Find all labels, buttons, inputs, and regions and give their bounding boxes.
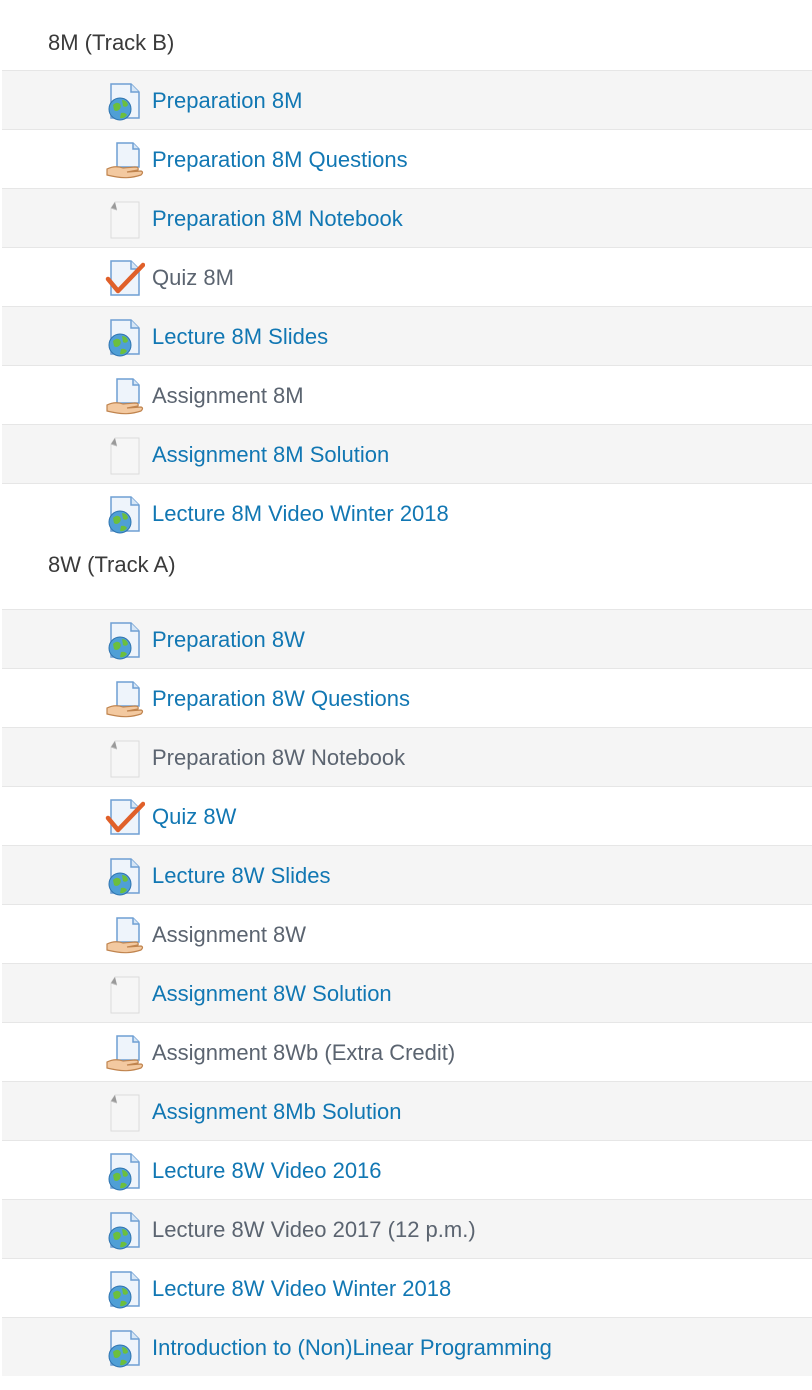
activity-list-8w: Preparation 8W Preparation 8W Questions …: [0, 609, 812, 1376]
activity-row[interactable]: Lecture 8W Video 2016: [2, 1140, 812, 1199]
url-globe-icon: [105, 1329, 145, 1369]
quiz-check-icon: [105, 259, 146, 299]
activity-row[interactable]: Preparation 8W Notebook: [2, 727, 812, 786]
url-globe-icon: [105, 318, 145, 358]
activity-link[interactable]: Lecture 8W Slides: [152, 846, 331, 905]
activity-link[interactable]: Quiz 8M: [152, 248, 234, 307]
activity-link[interactable]: Preparation 8M Questions: [152, 130, 408, 189]
activity-link[interactable]: Preparation 8W Questions: [152, 669, 410, 728]
activity-row[interactable]: Assignment 8M: [2, 365, 812, 424]
url-globe-icon: [105, 621, 145, 661]
assignment-hand-icon: [105, 141, 145, 181]
activity-link[interactable]: Assignment 8M: [152, 366, 304, 425]
activity-row[interactable]: Lecture 8M Slides: [2, 306, 812, 365]
activity-link[interactable]: Lecture 8M Video Winter 2018: [152, 484, 449, 543]
activity-list-8m: Preparation 8M Preparation 8M Questions …: [0, 70, 812, 542]
activity-link[interactable]: Lecture 8W Video 2017 (12 p.m.): [152, 1200, 476, 1259]
activity-row[interactable]: Quiz 8M: [2, 247, 812, 306]
activity-row[interactable]: Lecture 8M Video Winter 2018: [2, 483, 812, 542]
activity-link[interactable]: Introduction to (Non)Linear Programming: [152, 1318, 552, 1377]
activity-row[interactable]: Quiz 8W: [2, 786, 812, 845]
activity-link[interactable]: Lecture 8W Video 2016: [152, 1141, 382, 1200]
activity-row[interactable]: Assignment 8W: [2, 904, 812, 963]
activity-row[interactable]: Preparation 8W: [2, 609, 812, 668]
file-page-icon: [105, 200, 145, 240]
activity-row[interactable]: Assignment 8M Solution: [2, 424, 812, 483]
url-globe-icon: [105, 495, 145, 535]
activity-row[interactable]: Preparation 8M: [2, 70, 812, 129]
activity-link[interactable]: Assignment 8W: [152, 905, 306, 964]
activity-link[interactable]: Assignment 8Mb Solution: [152, 1082, 401, 1141]
activity-row[interactable]: Introduction to (Non)Linear Programming: [2, 1317, 812, 1376]
section-title: 8M (Track B): [48, 30, 175, 55]
activity-row[interactable]: Preparation 8M Notebook: [2, 188, 812, 247]
activity-link[interactable]: Preparation 8W: [152, 610, 305, 669]
section-title: 8W (Track A): [48, 552, 176, 577]
activity-link[interactable]: Assignment 8W Solution: [152, 964, 392, 1023]
activity-link[interactable]: Lecture 8W Video Winter 2018: [152, 1259, 451, 1318]
file-page-icon: [105, 436, 145, 476]
file-page-icon: [105, 1093, 145, 1133]
assignment-hand-icon: [105, 680, 145, 720]
activity-row[interactable]: Preparation 8W Questions: [2, 668, 812, 727]
activity-link[interactable]: Assignment 8Wb (Extra Credit): [152, 1023, 455, 1082]
activity-row[interactable]: Assignment 8Mb Solution: [2, 1081, 812, 1140]
url-globe-icon: [105, 1270, 145, 1310]
quiz-check-icon: [105, 798, 146, 838]
url-globe-icon: [105, 1152, 145, 1192]
url-globe-icon: [105, 1211, 145, 1251]
activity-link[interactable]: Quiz 8W: [152, 787, 236, 846]
activity-link[interactable]: Lecture 8M Slides: [152, 307, 328, 366]
activity-row[interactable]: Assignment 8Wb (Extra Credit): [2, 1022, 812, 1081]
activity-link[interactable]: Preparation 8M: [152, 71, 302, 130]
file-page-icon: [105, 975, 145, 1015]
activity-link[interactable]: Assignment 8M Solution: [152, 425, 389, 484]
activity-row[interactable]: Lecture 8W Video 2017 (12 p.m.): [2, 1199, 812, 1258]
activity-link[interactable]: Preparation 8M Notebook: [152, 189, 403, 248]
activity-row[interactable]: Preparation 8M Questions: [2, 129, 812, 188]
url-globe-icon: [105, 82, 145, 122]
activity-link[interactable]: Preparation 8W Notebook: [152, 728, 405, 787]
activity-row[interactable]: Lecture 8W Video Winter 2018: [2, 1258, 812, 1317]
activity-row[interactable]: Lecture 8W Slides: [2, 845, 812, 904]
course-page: 8M (Track B) Preparation 8M Preparation …: [0, 0, 812, 1390]
url-globe-icon: [105, 857, 145, 897]
assignment-hand-icon: [105, 377, 145, 417]
file-page-icon: [105, 739, 145, 779]
activity-row[interactable]: Assignment 8W Solution: [2, 963, 812, 1022]
assignment-hand-icon: [105, 1034, 145, 1074]
assignment-hand-icon: [105, 916, 145, 956]
